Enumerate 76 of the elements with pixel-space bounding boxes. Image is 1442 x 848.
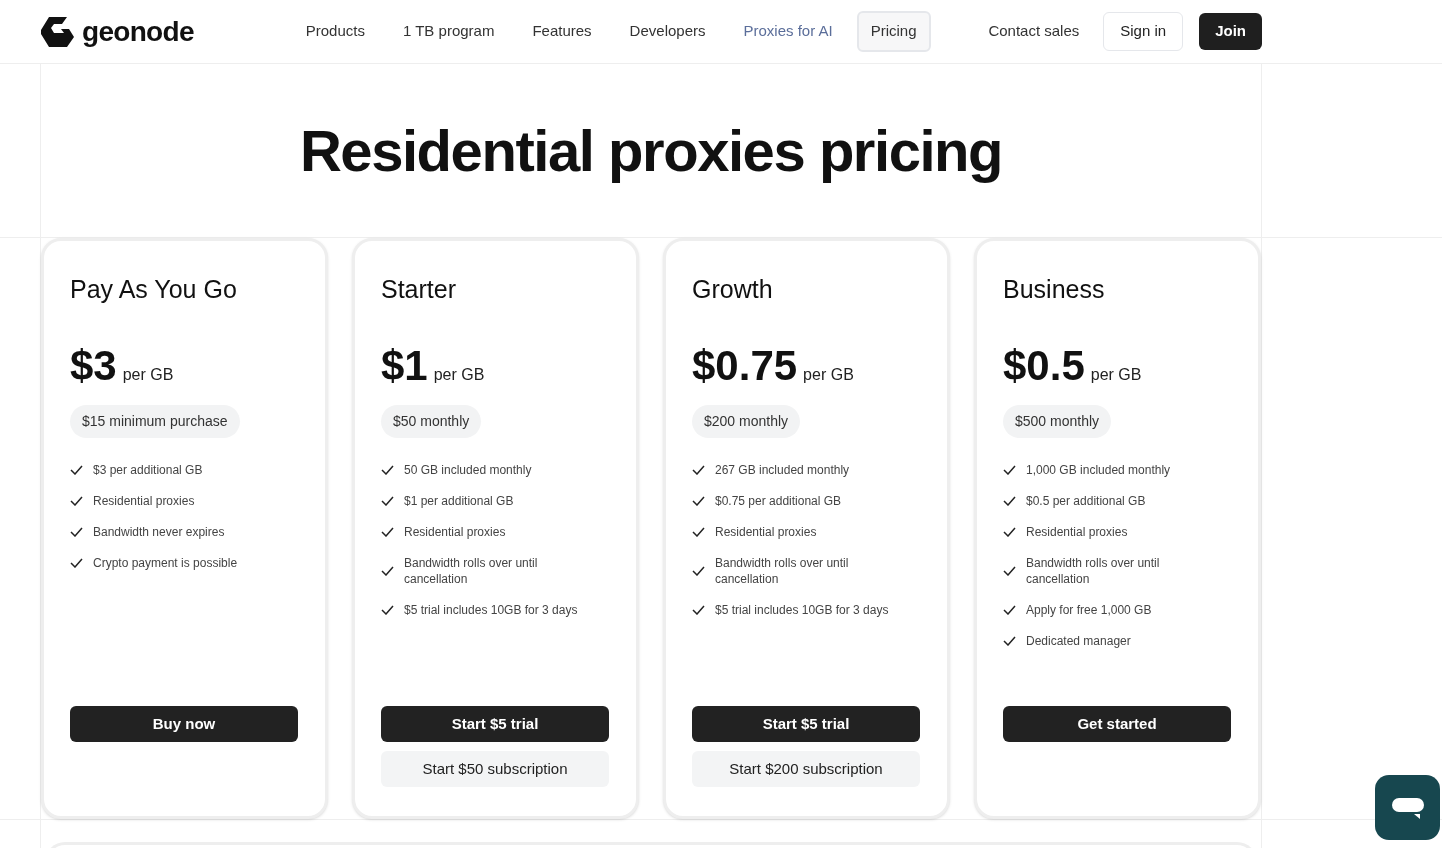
check-icon: [70, 527, 83, 537]
check-icon: [70, 558, 83, 568]
nav-link[interactable]: Proxies for AI: [729, 11, 847, 52]
plan-button[interactable]: Buy now: [70, 706, 298, 742]
price-unit: per GB: [122, 365, 174, 385]
feature-text: 267 GB included monthly: [715, 462, 851, 478]
contact-link[interactable]: Contact sales: [980, 12, 1088, 51]
header-button[interactable]: Sign in: [1103, 12, 1184, 51]
feature-text: Residential proxies: [404, 524, 507, 540]
check-icon: [1003, 465, 1016, 475]
feature-text: Residential proxies: [93, 493, 196, 509]
plan-price: $0.5: [1003, 345, 1085, 387]
check-icon: [692, 527, 705, 537]
plan-button[interactable]: Start $5 trial: [692, 706, 920, 742]
check-icon: [1003, 566, 1016, 576]
feature-text: $0.75 per additional GB: [715, 493, 843, 509]
price-unit: per GB: [803, 365, 854, 385]
check-icon: [1003, 527, 1016, 537]
feature-text: Bandwidth rolls over until cancellation: [715, 555, 850, 587]
plan-price: $3: [70, 345, 117, 387]
plan-note: $50 monthly: [381, 405, 482, 438]
feature-text: $3 per additional GB: [93, 462, 204, 478]
chat-button[interactable]: [1375, 775, 1440, 840]
plan-price: $1: [381, 345, 428, 387]
check-icon: [692, 465, 705, 475]
feature-text: Bandwidth never expires: [93, 524, 226, 540]
feature-text: 1,000 GB included monthly: [1026, 462, 1172, 478]
plan-button[interactable]: Start $200 subscription: [692, 751, 920, 787]
feature-text: $5 trial includes 10GB for 3 days: [404, 602, 579, 618]
plan-note: $500 monthly: [1003, 405, 1112, 438]
check-icon: [381, 527, 394, 537]
check-icon: [1003, 605, 1016, 615]
check-icon: [381, 566, 394, 576]
feature-text: Dedicated manager: [1026, 633, 1132, 649]
plan-name: Pay As You Go: [70, 274, 238, 305]
plan-button[interactable]: Get started: [1003, 706, 1231, 742]
check-icon: [381, 605, 394, 615]
feature-text: $1 per additional GB: [404, 493, 515, 509]
feature-text: Residential proxies: [1026, 524, 1129, 540]
nav-link[interactable]: Pricing: [856, 11, 931, 52]
logo-icon: [40, 14, 74, 49]
nav-link[interactable]: Developers: [615, 11, 720, 52]
chat-icon: [1391, 795, 1424, 820]
feature-text: Crypto payment is possible: [93, 555, 239, 571]
plan-button[interactable]: Start $50 subscription: [381, 751, 609, 787]
feature-text: Residential proxies: [715, 524, 818, 540]
plan-note: $15 minimum purchase: [70, 405, 240, 438]
check-icon: [70, 496, 83, 506]
feature-text: 50 GB included monthly: [404, 462, 533, 478]
price-unit: per GB: [1090, 365, 1142, 385]
check-icon: [1003, 636, 1016, 646]
page-title: Residential proxies pricing: [299, 117, 1003, 185]
plan-note: $200 monthly: [692, 405, 801, 438]
feature-text: Bandwidth rolls over until cancellation: [404, 555, 539, 587]
plan-name: Growth: [692, 274, 774, 305]
logo-text: geonode: [82, 14, 194, 49]
plan-name: Business: [1003, 274, 1106, 305]
check-icon: [692, 566, 705, 576]
feature-text: Apply for free 1,000 GB: [1026, 602, 1153, 618]
plan-button[interactable]: Start $5 trial: [381, 706, 609, 742]
header-button[interactable]: Join: [1199, 13, 1262, 50]
nav-link[interactable]: Features: [518, 11, 606, 52]
check-icon: [692, 496, 705, 506]
plan-price: $0.75: [692, 345, 798, 387]
check-icon: [70, 465, 83, 475]
nav-link[interactable]: 1 TB program: [388, 11, 509, 52]
check-icon: [1003, 496, 1016, 506]
plan-name: Starter: [381, 274, 458, 305]
check-icon: [381, 465, 394, 475]
feature-text: $0.5 per additional GB: [1026, 493, 1147, 509]
price-unit: per GB: [433, 365, 485, 385]
feature-text: Bandwidth rolls over until cancellation: [1026, 555, 1161, 587]
feature-text: $5 trial includes 10GB for 3 days: [715, 602, 890, 618]
check-icon: [381, 496, 394, 506]
nav-link[interactable]: Products: [291, 11, 379, 52]
check-icon: [692, 605, 705, 615]
